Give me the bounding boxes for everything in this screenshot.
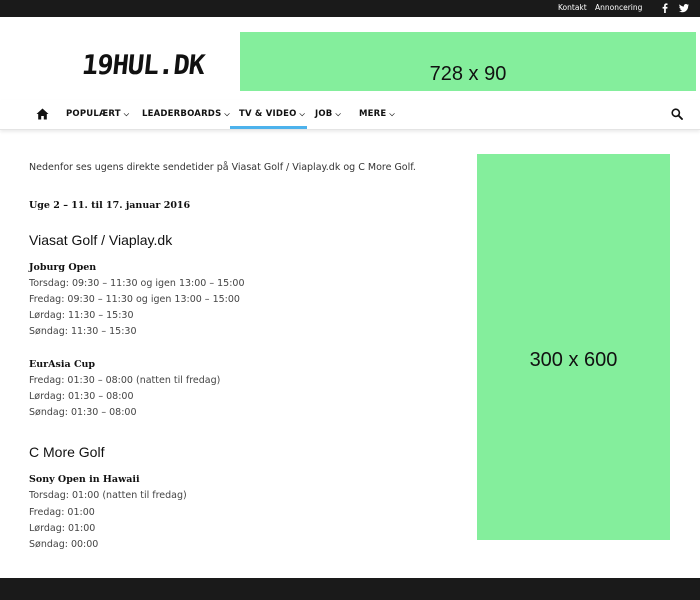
schedule-line: Fredag: 01:30 – 08:00 (natten til fredag… (29, 375, 221, 386)
advertising-link[interactable]: Annoncering (595, 3, 642, 12)
banner-ad-label: 728 x 90 (429, 63, 507, 85)
nav-item-label: TV & VIDEO (239, 109, 297, 119)
schedule-line: Søndag: 01:30 – 08:00 (29, 407, 137, 418)
nav-item-leaderboards[interactable]: LEADERBOARDS ⌵ (142, 109, 230, 119)
channel-heading: C More Golf (29, 444, 105, 460)
channel-heading: Viasat Golf / Viaplay.dk (29, 232, 173, 248)
schedule-line: Søndag: 00:00 (29, 539, 99, 550)
nav-item-tv-video[interactable]: TV & VIDEO ⌵ (239, 109, 305, 119)
nav-item-label: POPULÆRT (66, 109, 121, 119)
article-intro: Nedenfor ses ugens direkte sendetider på… (29, 162, 416, 173)
chevron-down-icon: ⌵ (335, 110, 341, 118)
nav-item-label: JOB (315, 109, 333, 119)
week-heading: Uge 2 – 11. til 17. januar 2016 (29, 200, 191, 211)
schedule-line: Fredag: 09:30 – 11:30 og igen 13:00 – 15… (29, 294, 240, 305)
twitter-icon[interactable] (678, 2, 690, 14)
facebook-icon[interactable] (659, 2, 671, 14)
footer-bar (0, 578, 700, 600)
chevron-down-icon: ⌵ (224, 110, 230, 118)
chevron-down-icon: ⌵ (123, 110, 130, 118)
main-navigation: POPULÆRT ⌵ LEADERBOARDS ⌵ TV & VIDEO ⌵ JOB ⌵… (0, 100, 700, 130)
sidebar-ad-placeholder[interactable]: 300 x 600 (477, 154, 670, 540)
schedule-line: Lørdag: 01:00 (29, 523, 96, 534)
schedule-line: Torsdag: 09:30 – 11:30 og igen 13:00 – 1… (29, 278, 245, 289)
schedule-line: Søndag: 11:30 – 15:30 (29, 326, 137, 337)
contact-link[interactable]: Kontakt (558, 3, 587, 12)
home-icon[interactable] (36, 108, 49, 120)
schedule-line: Fredag: 01:00 (29, 507, 95, 518)
nav-item-label: MERE (359, 109, 387, 119)
nav-item-populaert[interactable]: POPULÆRT ⌵ (66, 109, 129, 119)
banner-ad-placeholder[interactable]: 728 x 90 (240, 32, 696, 91)
search-icon[interactable] (671, 108, 683, 120)
top-bar: Kontakt Annoncering (0, 0, 700, 17)
active-tab-indicator (230, 126, 307, 129)
chevron-down-icon: ⌵ (299, 110, 306, 118)
schedule-line: Lørdag: 01:30 – 08:00 (29, 391, 134, 402)
event-name: Sony Open in Hawaii (29, 474, 140, 485)
schedule-line: Lørdag: 11:30 – 15:30 (29, 310, 134, 321)
site-logo[interactable]: 19HUL.DK (80, 50, 205, 81)
chevron-down-icon: ⌵ (389, 110, 395, 118)
event-name: Joburg Open (29, 262, 97, 273)
nav-item-job[interactable]: JOB ⌵ (315, 109, 341, 119)
schedule-line: Torsdag: 01:00 (natten til fredag) (29, 490, 187, 501)
event-name: EurAsia Cup (29, 359, 96, 370)
nav-item-mere[interactable]: MERE ⌵ (359, 109, 395, 119)
nav-item-label: LEADERBOARDS (142, 109, 222, 119)
sidebar-ad-label: 300 x 600 (529, 349, 618, 371)
